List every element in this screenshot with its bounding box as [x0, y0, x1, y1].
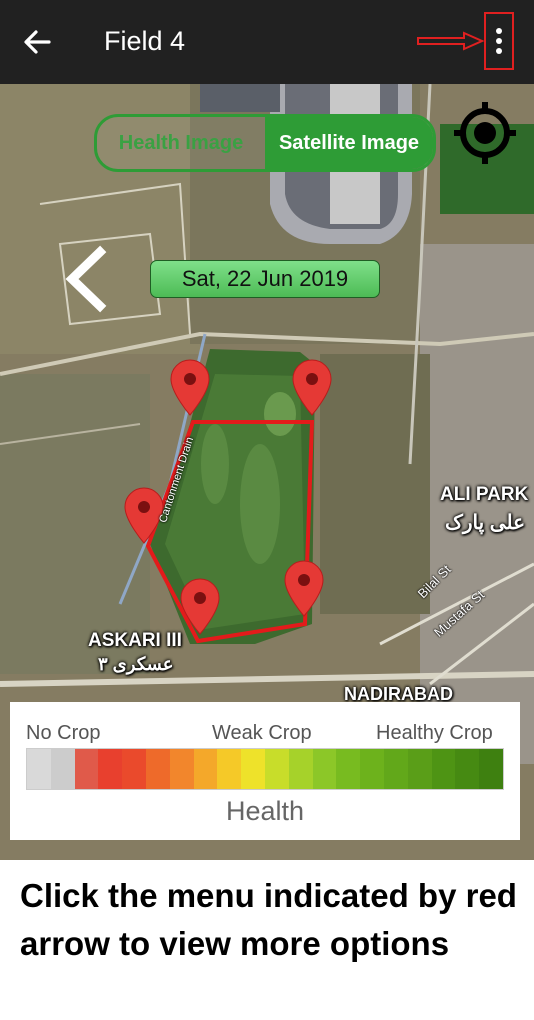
legend-swatch	[431, 749, 456, 789]
more-vertical-icon	[496, 28, 502, 54]
legend-swatch	[98, 749, 123, 789]
health-legend: No Crop Weak Crop Healthy Crop Health	[10, 702, 520, 840]
locate-button[interactable]	[452, 100, 518, 166]
legend-swatch	[217, 749, 242, 789]
previous-date-button[interactable]	[60, 244, 110, 314]
legend-caption: Health	[225, 796, 305, 826]
satellite-map[interactable]: Health Image Satellite Image Sat, 22 Jun…	[0, 84, 534, 860]
page-title: Field 4	[104, 26, 186, 56]
crosshair-icon	[454, 102, 516, 164]
overflow-menu-button[interactable]	[486, 14, 512, 68]
place-label-ali-park: ALI PARK	[440, 484, 529, 505]
legend-swatch	[312, 749, 337, 789]
legend-swatch	[455, 749, 480, 789]
image-type-toggle[interactable]: Health Image Satellite Image	[94, 114, 436, 172]
satellite-image-tab[interactable]: Satellite Image	[265, 117, 433, 169]
legend-healthy-crop-label: Healthy Crop	[376, 722, 493, 744]
instruction-text: Click the menu indicated by red arrow to…	[20, 877, 517, 962]
legend-swatch	[145, 749, 170, 789]
legend-swatch	[383, 749, 408, 789]
place-label-ali-park-urdu: علی پارک	[445, 512, 525, 534]
legend-swatch	[50, 749, 75, 789]
date-chip[interactable]: Sat, 22 Jun 2019	[150, 260, 380, 298]
app-bar: Field 4	[0, 0, 534, 84]
legend-swatch	[169, 749, 194, 789]
legend-swatch	[122, 749, 146, 789]
chevron-left-icon	[65, 245, 107, 313]
legend-swatch	[407, 749, 432, 789]
legend-swatch	[336, 749, 361, 789]
legend-swatch	[193, 749, 218, 789]
legend-no-crop-label: No Crop	[26, 722, 101, 744]
place-label-askari-urdu: عسکری ۳	[98, 654, 174, 674]
legend-swatch	[288, 749, 313, 789]
legend-swatch	[264, 749, 289, 789]
legend-swatch	[479, 749, 503, 789]
legend-swatch	[27, 749, 51, 789]
legend-swatch	[74, 749, 99, 789]
legend-weak-crop-label: Weak Crop	[212, 722, 312, 744]
red-arrow-annotation-icon	[417, 31, 484, 51]
place-label-askari: ASKARI III	[88, 630, 182, 651]
legend-swatch	[241, 749, 265, 789]
back-button[interactable]	[14, 20, 60, 64]
health-image-tab[interactable]: Health Image	[97, 117, 265, 169]
arrow-left-icon	[24, 30, 51, 54]
legend-color-scale	[26, 748, 504, 790]
legend-swatch	[360, 749, 384, 789]
